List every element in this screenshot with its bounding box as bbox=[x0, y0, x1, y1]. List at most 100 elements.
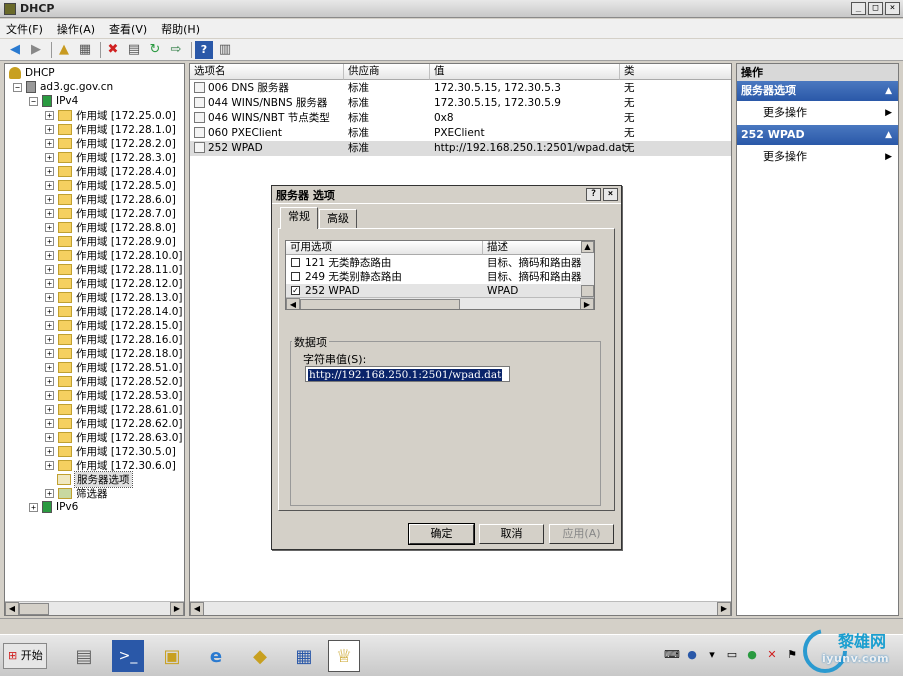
tree-node-scope[interactable]: + 作用域 [172.30.5.0] bbox=[45, 444, 176, 458]
network-icon[interactable]: ▭ bbox=[724, 647, 740, 663]
tree-node-scope[interactable]: + 作用域 [172.28.3.0] bbox=[45, 150, 176, 164]
delete-icon[interactable]: ✖ bbox=[104, 41, 122, 59]
collapse-toggle[interactable]: − bbox=[29, 96, 38, 106]
tree-node-scope[interactable]: + 作用域 [172.28.4.0] bbox=[45, 164, 176, 178]
show-hide-tree-icon[interactable]: ▦ bbox=[76, 41, 94, 59]
tray-expand-icon[interactable]: ▾ bbox=[704, 647, 720, 663]
expand-toggle[interactable]: + bbox=[45, 418, 54, 428]
collapse-toggle[interactable]: − bbox=[13, 82, 22, 92]
show-action-pane-icon[interactable]: ▥ bbox=[216, 41, 234, 59]
scroll-thumb[interactable] bbox=[581, 285, 594, 297]
tree-node-scope[interactable]: + 作用域 [172.28.15.0] bbox=[45, 318, 183, 332]
menu-file[interactable]: 文件(F) bbox=[6, 21, 43, 37]
tree-node-scope[interactable]: + 作用域 [172.28.16.0] bbox=[45, 332, 183, 346]
column-header-value[interactable]: 值 bbox=[430, 64, 620, 80]
tree-node-scope[interactable]: + 作用域 [172.28.14.0] bbox=[45, 304, 183, 318]
explorer-icon[interactable]: ▣ bbox=[156, 640, 188, 672]
scroll-left-arrow[interactable]: ◀ bbox=[5, 601, 19, 615]
help-icon[interactable]: ? bbox=[195, 40, 213, 59]
tree-node-scope[interactable]: + 作用域 [172.30.6.0] bbox=[45, 458, 176, 472]
column-header-available-options[interactable]: 可用选项 bbox=[286, 241, 483, 255]
scroll-right-arrow[interactable]: ▶ bbox=[580, 297, 594, 309]
expand-toggle[interactable]: + bbox=[45, 236, 54, 246]
tree-node-scope[interactable]: + 作用域 [172.28.5.0] bbox=[45, 178, 176, 192]
tree-node-ipv4[interactable]: − IPv4 bbox=[29, 94, 78, 108]
tree-node-scope[interactable]: + 作用域 [172.28.6.0] bbox=[45, 192, 176, 206]
tree-node-scope[interactable]: + 作用域 [172.25.0.0] bbox=[45, 108, 176, 122]
internet-explorer-icon[interactable]: e bbox=[200, 640, 232, 672]
expand-toggle[interactable]: + bbox=[45, 166, 54, 176]
help-tray-icon[interactable]: ● bbox=[684, 647, 700, 663]
tree-node-scope[interactable]: + 作用域 [172.28.61.0] bbox=[45, 402, 183, 416]
expand-toggle[interactable]: + bbox=[45, 208, 54, 218]
tree-node-scope[interactable]: + 作用域 [172.28.10.0] bbox=[45, 248, 183, 262]
keyboard-icon[interactable]: ⌨ bbox=[664, 647, 680, 663]
option-list-horizontal-scrollbar[interactable]: ◀ ▶ bbox=[286, 297, 594, 309]
option-checkbox[interactable] bbox=[291, 272, 300, 281]
expand-toggle[interactable]: + bbox=[45, 194, 54, 204]
tree-node-scope[interactable]: + 作用域 [172.28.11.0] bbox=[45, 262, 183, 276]
export-list-icon[interactable]: ⇨ bbox=[167, 41, 185, 59]
menu-help[interactable]: 帮助(H) bbox=[161, 21, 200, 37]
expand-toggle[interactable]: + bbox=[45, 306, 54, 316]
expand-toggle[interactable]: + bbox=[45, 376, 54, 386]
action-section-252-wpad[interactable]: 252 WPAD ▲ bbox=[737, 125, 898, 145]
cancel-button[interactable]: 取消 bbox=[479, 524, 544, 544]
expand-toggle[interactable]: + bbox=[45, 334, 54, 344]
refresh-icon[interactable]: ↻ bbox=[146, 41, 164, 59]
column-header-option-name[interactable]: 选项名 bbox=[190, 64, 344, 80]
start-button[interactable]: ⊞ 开始 bbox=[3, 643, 47, 669]
scroll-left-arrow[interactable]: ◀ bbox=[190, 601, 204, 615]
expand-toggle[interactable]: + bbox=[45, 222, 54, 232]
security-icon[interactable]: ● bbox=[744, 647, 760, 663]
tree-node-scope[interactable]: + 作用域 [172.28.53.0] bbox=[45, 388, 183, 402]
tree-node-server-options[interactable]: 服务器选项 bbox=[57, 470, 133, 488]
action-more-actions[interactable]: 更多操作 ▶ bbox=[737, 145, 898, 169]
tree-node-scope[interactable]: + 作用域 [172.28.18.0] bbox=[45, 346, 183, 360]
scroll-up-arrow[interactable]: ▲ bbox=[581, 241, 594, 253]
expand-toggle[interactable]: + bbox=[45, 292, 54, 302]
table-row[interactable]: 252 WPAD 标准 http://192.168.250.1:2501/wpad… bbox=[190, 141, 731, 156]
expand-toggle[interactable]: + bbox=[45, 488, 54, 498]
scroll-right-arrow[interactable]: ▶ bbox=[170, 601, 184, 615]
expand-toggle[interactable]: + bbox=[45, 124, 54, 134]
expand-toggle[interactable]: + bbox=[45, 404, 54, 414]
back-arrow-icon[interactable]: ◀ bbox=[6, 41, 24, 59]
collapse-caret-icon[interactable]: ▲ bbox=[885, 125, 892, 145]
column-header-description[interactable]: 描述 bbox=[483, 241, 583, 255]
tree-node-ipv6[interactable]: + IPv6 bbox=[29, 500, 78, 514]
list-item[interactable]: ✓ 252 WPAD WPAD bbox=[286, 284, 583, 298]
dialog-close-button[interactable]: × bbox=[603, 188, 618, 201]
expand-toggle[interactable]: + bbox=[45, 152, 54, 162]
available-options-list[interactable]: 可用选项 描述 121 无类静态路由 目标、摘码和路由器 249 无类别静态路由 目标… bbox=[285, 240, 595, 310]
expand-toggle[interactable]: + bbox=[45, 278, 54, 288]
tree-horizontal-scrollbar[interactable]: ◀ ▶ bbox=[5, 601, 184, 615]
table-row[interactable]: 060 PXEClient 标准 PXEClient 无 bbox=[190, 126, 731, 141]
restore-button[interactable]: □ bbox=[868, 2, 883, 15]
close-button[interactable]: × bbox=[885, 2, 900, 15]
list-horizontal-scrollbar[interactable]: ◀ ▶ bbox=[190, 601, 731, 615]
column-header-class[interactable]: 类 bbox=[620, 64, 731, 80]
scroll-left-arrow[interactable]: ◀ bbox=[286, 297, 300, 309]
expand-toggle[interactable]: + bbox=[45, 390, 54, 400]
expand-toggle[interactable]: + bbox=[45, 446, 54, 456]
tree-node-scope[interactable]: + 作用域 [172.28.51.0] bbox=[45, 360, 183, 374]
table-row[interactable]: 046 WINS/NBT 节点类型 标准 0x8 无 bbox=[190, 111, 731, 126]
table-row[interactable]: 044 WINS/NBNS 服务器 标准 172.30.5.15, 172.30.5… bbox=[190, 96, 731, 111]
tree-node-server[interactable]: − ad3.gc.gov.cn bbox=[13, 80, 113, 94]
apply-button[interactable]: 应用(A) bbox=[549, 524, 614, 544]
expand-toggle[interactable]: + bbox=[45, 110, 54, 120]
option-checkbox[interactable] bbox=[291, 258, 300, 267]
option-list-vertical-scrollbar[interactable]: ▲ bbox=[581, 241, 594, 299]
console-tree[interactable]: DHCP − ad3.gc.gov.cn − IPv4 + 作用域 [172.25… bbox=[4, 63, 185, 616]
tree-node-scope[interactable]: + 作用域 [172.28.2.0] bbox=[45, 136, 176, 150]
powershell-icon[interactable]: >_ bbox=[112, 640, 144, 672]
collapse-caret-icon[interactable]: ▲ bbox=[885, 81, 892, 101]
action-more-actions[interactable]: 更多操作 ▶ bbox=[737, 101, 898, 125]
flag-icon[interactable]: ⚑ bbox=[784, 647, 800, 663]
ok-button[interactable]: 确定 bbox=[408, 523, 475, 545]
volume-muted-icon[interactable]: ✕ bbox=[764, 647, 780, 663]
column-header-vendor[interactable]: 供应商 bbox=[344, 64, 430, 80]
properties-icon[interactable]: ▤ bbox=[125, 41, 143, 59]
scroll-thumb[interactable] bbox=[300, 298, 460, 309]
